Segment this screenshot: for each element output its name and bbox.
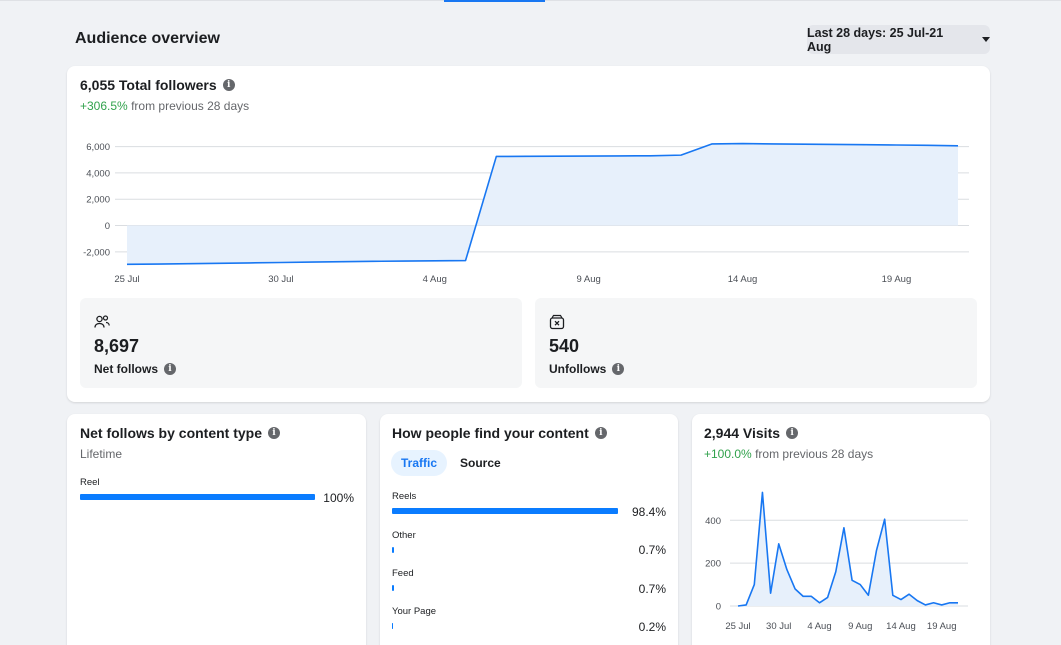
bar-label: Feed — [392, 568, 414, 579]
bar-percent: 0.7% — [638, 543, 666, 557]
x-tick-label: 30 Jul — [268, 274, 293, 285]
unfollow-box-icon — [549, 314, 565, 330]
bar-fill — [392, 508, 619, 514]
y-tick-label: -2,000 — [83, 247, 110, 258]
bar-fill — [392, 547, 394, 553]
x-tick-label: 9 Aug — [577, 274, 601, 285]
bar-track — [392, 623, 622, 629]
bar-track — [392, 585, 622, 591]
unfollows-label: Unfollows — [549, 362, 607, 376]
caret-down-icon — [982, 37, 990, 42]
date-range-label: Last 28 days: 25 Jul-21 Aug — [807, 25, 944, 54]
bar-track — [80, 494, 315, 500]
y-tick-label: 400 — [705, 516, 721, 527]
y-tick-label: 4,000 — [86, 168, 110, 179]
y-tick-label: 2,000 — [86, 195, 110, 206]
content-type-card: Net follows by content type i Lifetime R… — [67, 414, 366, 645]
x-tick-label: 30 Jul — [766, 621, 791, 632]
active-tab-indicator — [444, 0, 545, 2]
content-type-subtitle: Lifetime — [80, 447, 123, 461]
y-tick-label: 6,000 — [86, 142, 110, 153]
y-tick-label: 0 — [105, 221, 110, 232]
net-follows-box: 8,697 Net follows i — [80, 298, 522, 388]
unfollows-label-row: Unfollows i — [549, 362, 625, 376]
bar-label: Other — [392, 530, 416, 541]
discovery-card: How people find your content i Traffic S… — [380, 414, 678, 645]
x-tick-label: 9 Aug — [848, 621, 872, 632]
content-type-title-row: Net follows by content type i — [80, 425, 281, 441]
info-icon[interactable]: i — [612, 363, 625, 375]
x-tick-label: 14 Aug — [886, 621, 916, 632]
page-title: Audience overview — [75, 30, 220, 47]
bar-track — [392, 547, 622, 553]
x-tick-label: 4 Aug — [807, 621, 831, 632]
x-tick-label: 4 Aug — [423, 274, 447, 285]
net-follows-value: 8,697 — [94, 336, 140, 356]
x-tick-label: 19 Aug — [927, 621, 957, 632]
x-tick-label: 19 Aug — [882, 274, 912, 285]
bar-percent: 100% — [323, 491, 354, 505]
followers-card: 6,055 Total followers i +306.5% from pre… — [67, 66, 990, 402]
bar-percent: 98.4% — [631, 505, 666, 519]
net-follows-label-row: Net follows i — [94, 362, 177, 376]
bar-label: Reel — [80, 477, 100, 488]
discovery-title: How people find your content — [392, 425, 589, 441]
bar-fill — [80, 494, 315, 500]
unfollows-box: 540 Unfollows i — [535, 298, 977, 388]
bar-percent: 0.2% — [638, 620, 666, 634]
info-icon[interactable]: i — [594, 427, 607, 439]
date-range-dropdown[interactable]: Last 28 days: 25 Jul-21 Aug — [807, 25, 990, 54]
followers-chart: 6,000 4,000 2,000 0 -2,000 25 Jul 30 Jul 4 Aug 9… — [83, 142, 969, 285]
unfollows-value: 540 — [549, 336, 580, 356]
bar-fill — [392, 623, 393, 629]
bar-track — [392, 508, 622, 514]
people-icon — [94, 315, 110, 328]
x-tick-label: 25 Jul — [725, 621, 750, 632]
bar-label: Your Page — [392, 606, 437, 617]
info-icon[interactable]: i — [268, 427, 281, 439]
discovery-title-row: How people find your content i — [392, 425, 607, 441]
bar-fill — [392, 585, 394, 591]
info-icon[interactable]: i — [164, 363, 177, 375]
x-tick-label: 14 Aug — [728, 274, 758, 285]
y-tick-label: 200 — [705, 559, 721, 570]
tab-traffic[interactable]: Traffic — [391, 450, 448, 476]
x-tick-label: 25 Jul — [114, 274, 139, 285]
net-follows-label: Net follows — [94, 362, 159, 376]
y-tick-label: 0 — [716, 602, 721, 613]
content-type-title: Net follows by content type — [80, 425, 263, 441]
bar-label: Reels — [392, 491, 417, 502]
bar-percent: 0.7% — [638, 582, 666, 596]
tab-source[interactable]: Source — [450, 450, 511, 476]
visits-card: 2,944 Visits i +100.0% from previous 28 … — [692, 414, 990, 645]
series-area — [127, 143, 958, 265]
visits-chart: 400 200 0 25 Jul 30 Jul 4 Aug 9 Aug 14 Aug 19 Au… — [705, 491, 968, 632]
